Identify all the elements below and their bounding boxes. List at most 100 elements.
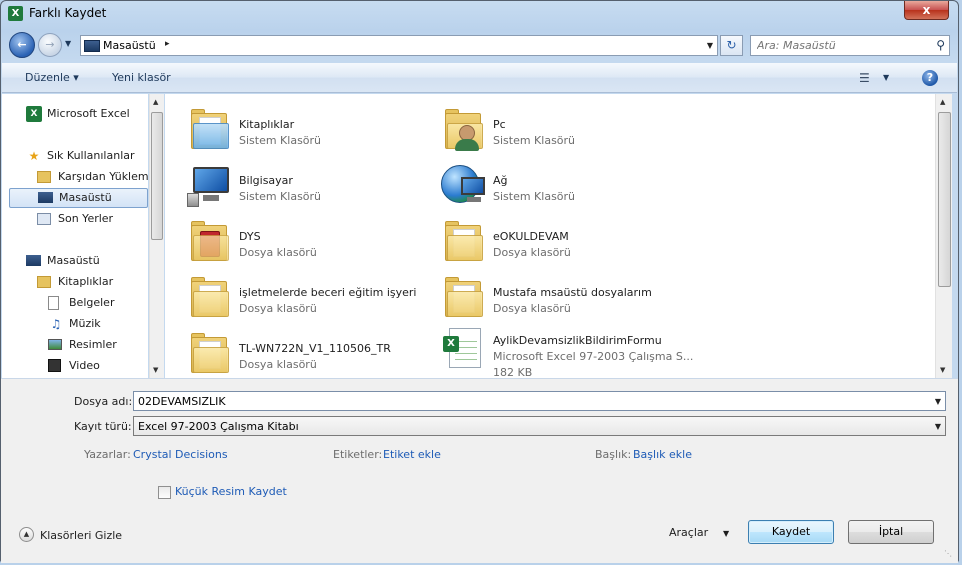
folder-icon <box>187 329 233 375</box>
address-location[interactable]: Masaüstü <box>103 39 156 52</box>
folder-icon <box>441 217 487 263</box>
scrollbar-thumb[interactable] <box>938 112 951 287</box>
file-type: Sistem Klasörü <box>239 190 322 203</box>
search-box[interactable]: ⚲ <box>750 35 950 56</box>
forward-button[interactable]: → <box>38 33 62 57</box>
filename-dropdown-icon[interactable]: ▼ <box>935 397 941 406</box>
recent-pages-chevron-icon[interactable]: ▼ <box>65 39 71 48</box>
file-type: Sistem Klasörü <box>239 134 322 147</box>
sidebar-item-desktop-root[interactable]: Masaüstü <box>26 251 146 271</box>
scroll-down-icon[interactable]: ▼ <box>940 366 945 374</box>
scroll-down-icon[interactable]: ▼ <box>153 366 158 374</box>
title-bar[interactable]: X Farklı Kaydet x <box>1 1 958 27</box>
hide-folders-button[interactable]: Klasörleri Gizle <box>40 529 122 542</box>
sidebar-item-pictures[interactable]: Resimler <box>48 335 148 355</box>
sidebar-item-music[interactable]: ♫ Müzik <box>48 314 148 334</box>
organize-menu[interactable]: Düzenle ▾ <box>25 71 79 84</box>
file-name: eOKULDEVAM <box>493 230 569 243</box>
desktop-icon <box>84 40 100 52</box>
title-label: Başlık: <box>595 448 632 461</box>
save-thumbnail-label[interactable]: Küçük Resim Kaydet <box>175 485 287 498</box>
scroll-up-icon[interactable]: ▲ <box>940 98 945 106</box>
libraries-icon <box>37 276 51 288</box>
help-icon[interactable]: ? <box>922 70 938 86</box>
tools-menu[interactable]: Araçlar <box>669 526 708 539</box>
tools-dropdown-icon[interactable]: ▼ <box>723 529 729 538</box>
close-button[interactable]: x <box>904 1 949 20</box>
documents-icon <box>48 296 59 310</box>
file-item-dys[interactable]: DYS Dosya klasörü <box>165 212 415 268</box>
sidebar-item-recent-places[interactable]: Son Yerler <box>37 209 147 229</box>
back-button[interactable]: ← <box>9 32 35 58</box>
scroll-up-icon[interactable]: ▲ <box>153 98 158 106</box>
desktop-icon <box>38 192 53 203</box>
sidebar-item-label: Resimler <box>69 338 117 351</box>
excel-app-icon: X <box>8 6 23 21</box>
sidebar-item-label: Microsoft Excel <box>47 107 130 120</box>
hide-folders-icon[interactable]: ▲ <box>19 527 34 542</box>
resize-grip-icon[interactable]: ⋱ <box>944 549 954 559</box>
cancel-button[interactable]: İptal <box>848 520 934 544</box>
sidebar-item-excel[interactable]: X Microsoft Excel <box>26 104 146 124</box>
sidebar-item-label: Masaüstü <box>47 254 100 267</box>
downloads-folder-icon <box>37 171 51 183</box>
file-item-isletmelerde[interactable]: işletmelerde beceri eğitim işyeri Dosya … <box>165 268 416 324</box>
command-bar: Düzenle ▾ Yeni klasör ☰ ▼ ? <box>2 63 957 93</box>
filename-field[interactable]: 02DEVAMSIZLIK ▼ <box>133 391 946 411</box>
navigation-pane-scrollbar[interactable]: ▲ ▼ <box>149 94 164 378</box>
tags-value[interactable]: Etiket ekle <box>383 448 441 461</box>
file-name: AylikDevamsizlikBildirimFormu <box>493 334 662 347</box>
file-type: Dosya klasörü <box>239 302 317 315</box>
scrollbar-thumb[interactable] <box>151 112 163 240</box>
save-button[interactable]: Kaydet <box>748 520 834 544</box>
file-list-scrollbar[interactable]: ▲ ▼ <box>935 94 952 378</box>
filename-label: Dosya adı: <box>74 395 133 408</box>
file-type: Dosya klasörü <box>239 246 317 259</box>
new-folder-button[interactable]: Yeni klasör <box>112 71 171 84</box>
video-icon <box>48 359 61 372</box>
filetype-value: Excel 97-2003 Çalışma Kitabı <box>138 420 299 433</box>
excel-file-icon: X <box>441 326 487 372</box>
user-folder-icon <box>441 105 487 151</box>
save-thumbnail-checkbox[interactable] <box>158 486 171 499</box>
authors-value[interactable]: Crystal Decisions <box>133 448 228 461</box>
sidebar-item-label: Karşıdan Yüklem <box>58 170 148 183</box>
folder-icon <box>187 217 233 263</box>
file-name: Kitaplıklar <box>239 118 295 131</box>
file-item-eokuldevam[interactable]: eOKULDEVAM Dosya klasörü <box>419 212 669 268</box>
address-bar[interactable]: Masaüstü ▸ ▼ <box>80 35 718 56</box>
file-name: DYS <box>239 230 261 243</box>
file-item-libraries[interactable]: Kitaplıklar Sistem Klasörü <box>165 100 415 156</box>
sidebar-item-downloads[interactable]: Karşıdan Yüklem <box>37 167 148 187</box>
search-input[interactable] <box>755 38 925 53</box>
file-item-tl-wn722n[interactable]: TL-WN722N_V1_110506_TR Dosya klasörü <box>165 324 415 378</box>
filetype-dropdown-icon[interactable]: ▼ <box>935 422 941 431</box>
file-item-network[interactable]: Ağ Sistem Klasörü <box>419 156 669 212</box>
sidebar-item-desktop[interactable]: Masaüstü <box>9 188 148 208</box>
sidebar-item-label: Masaüstü <box>59 191 112 204</box>
filetype-select[interactable]: Excel 97-2003 Çalışma Kitabı ▼ <box>133 416 946 436</box>
file-type: Microsoft Excel 97-2003 Çalışma S... <box>493 350 694 363</box>
view-dropdown-icon[interactable]: ▼ <box>883 73 889 82</box>
save-options-panel: Dosya adı: 02DEVAMSIZLIK ▼ Kayıt türü: E… <box>1 378 958 563</box>
file-item-aylik-form[interactable]: X AylikDevamsizlikBildirimFormu Microsof… <box>419 316 693 378</box>
sidebar-item-favorites[interactable]: ★ Sık Kullanılanlar <box>26 146 146 166</box>
search-icon[interactable]: ⚲ <box>936 38 945 52</box>
breadcrumb-arrow-icon[interactable]: ▸ <box>165 39 170 49</box>
file-item-computer[interactable]: Bilgisayar Sistem Klasörü <box>165 156 415 212</box>
filename-value[interactable]: 02DEVAMSIZLIK <box>138 395 226 408</box>
file-name: Mustafa msaüstü dosyalarım <box>493 286 652 299</box>
sidebar-item-label: Müzik <box>69 317 101 330</box>
refresh-button[interactable]: ↻ <box>720 35 743 56</box>
file-name: Pc <box>493 118 506 131</box>
sidebar-item-video[interactable]: Video <box>48 356 148 376</box>
view-options-icon[interactable]: ☰ <box>859 71 870 85</box>
address-dropdown-icon[interactable]: ▼ <box>707 41 713 50</box>
authors-label: Yazarlar: <box>84 448 131 461</box>
sidebar-item-libraries[interactable]: Kitaplıklar <box>37 272 147 292</box>
sidebar-item-documents[interactable]: Belgeler <box>48 293 148 313</box>
file-item-pc[interactable]: Pc Sistem Klasörü <box>419 100 669 156</box>
file-type: Dosya klasörü <box>493 302 571 315</box>
save-as-dialog: X Farklı Kaydet x ← → ▼ Masaüstü ▸ ▼ ↻ ⚲… <box>0 0 959 563</box>
title-value[interactable]: Başlık ekle <box>633 448 692 461</box>
